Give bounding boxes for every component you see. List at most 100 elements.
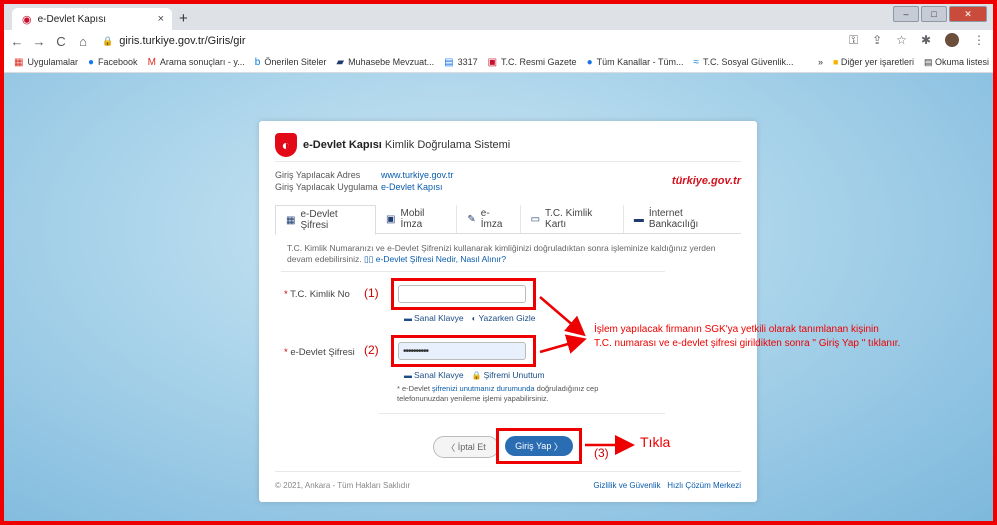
password-field-options: ▬ Sanal Klavye 🔒 Şifremi Unuttum — [404, 370, 545, 380]
doc-icon: ▤ — [444, 56, 454, 68]
edevlet-logo-icon: ◐ — [275, 133, 297, 157]
hide-while-typing-link[interactable]: ◐ Yazarken Gizle — [472, 313, 536, 323]
lock-icon: 🔒 — [471, 371, 482, 380]
bookmark-sgk[interactable]: ≈ T.C. Sosyal Güvenlik... — [693, 57, 793, 68]
bookmark-gazette[interactable]: ▣ T.C. Resmi Gazete — [488, 57, 577, 68]
card-title-rest: Kimlik Doğrulama Sistemi — [381, 139, 511, 151]
what-is-password-link[interactable]: e-Devlet Şifresi Nedir, Nasıl Alınır? — [376, 254, 506, 264]
reading-list-icon: ▤ — [923, 56, 933, 67]
window-controls: – □ ✕ — [893, 6, 987, 22]
other-bookmarks[interactable]: ■ Diğer yer işaretleri — [833, 57, 914, 67]
browser-tab[interactable]: ◉ e-Devlet Kapısı × — [12, 8, 172, 30]
divider — [281, 271, 665, 272]
bookmark-label: Arama sonuçları - y... — [159, 57, 245, 67]
forward-button[interactable]: → — [30, 34, 48, 49]
tab-label: Mobil İmza — [400, 208, 425, 230]
sgk-icon: ≈ — [693, 56, 699, 68]
gmail-icon: M — [147, 56, 156, 68]
info-value[interactable]: www.turkiye.gov.tr — [381, 169, 453, 181]
virtual-keyboard-link-2[interactable]: ▬ Sanal Klavye — [404, 370, 464, 380]
tc-label-text: T.C. Kimlik No — [290, 289, 350, 300]
virtual-keyboard-label: Sanal Klavye — [414, 313, 464, 323]
profile-avatar[interactable] — [945, 33, 959, 47]
bookmark-label: Facebook — [98, 57, 138, 67]
login-method-tabs: ▦ e-Devlet Şifresi ▣ Mobil İmza ✎ e-İmza ▭ T… — [275, 205, 741, 235]
back-button[interactable]: ← — [8, 34, 26, 49]
step-1-marker: (1) — [364, 286, 379, 300]
window-close-button[interactable]: ✕ — [949, 6, 987, 22]
instruction-text: İşlem yapılacak firmanın SGK'ya yetkili … — [594, 323, 900, 351]
pen-icon: ✎ — [467, 213, 476, 225]
login-info: Giriş Yapılacak Adres www.turkiye.gov.tr … — [275, 169, 453, 193]
step-3-marker: (3) — [594, 446, 609, 460]
tab-mobil-imza[interactable]: ▣ Mobil İmza — [376, 205, 458, 233]
new-tab-button[interactable]: + — [179, 10, 188, 27]
folder-icon: ■ — [832, 57, 839, 67]
login-description: T.C. Kimlik Numaranızı ve e-Devlet Şifre… — [287, 243, 727, 265]
forgot-password-note-link[interactable]: şifrenizi unutmanız durumunda — [432, 384, 535, 393]
info-label: Giriş Yapılacak Adres — [275, 170, 361, 180]
card-header: ◐ e-Devlet Kapısı Kimlik Doğrulama Siste… — [275, 133, 510, 157]
cancel-label: İptal Et — [457, 442, 486, 452]
tab-label: T.C. Kimlik Kartı — [545, 208, 593, 230]
tab-internet-bankaciligi[interactable]: ▬ İnternet Bankacılığı — [624, 205, 741, 233]
bookmark-label: Muhasebe Mevzuat... — [348, 57, 435, 67]
tab-kimlik-karti[interactable]: ▭ T.C. Kimlik Kartı — [521, 205, 624, 233]
bookmark-facebook[interactable]: ● Facebook — [88, 57, 138, 68]
reload-button[interactable]: C — [52, 34, 70, 49]
menu-icon[interactable]: ⋮ — [973, 33, 985, 48]
bookmark-muhasebe[interactable]: ▰ Muhasebe Mevzuat... — [336, 57, 434, 68]
tab-label: e-İmza — [480, 208, 503, 230]
keyboard-icon: ▬ — [404, 314, 412, 323]
privacy-link[interactable]: Gizlilik ve Güvenlik — [593, 481, 660, 490]
bookmark-suggested[interactable]: b Önerilen Siteler — [255, 57, 327, 68]
book-icon: ▯▯ — [364, 254, 374, 264]
minimize-button[interactable]: – — [893, 6, 919, 22]
id-card-icon: ▭ — [530, 213, 541, 225]
share-icon[interactable]: ⇪ — [872, 33, 882, 48]
forgot-password-link[interactable]: 🔒 Şifremi Unuttum — [472, 370, 545, 380]
divider — [275, 161, 741, 162]
maximize-button[interactable]: □ — [921, 6, 947, 22]
bank-card-icon: ▬ — [633, 213, 644, 225]
star-icon[interactable]: ☆ — [896, 33, 907, 48]
info-value[interactable]: e-Devlet Kapısı — [381, 181, 443, 193]
cancel-button[interactable]: 〈 İptal Et — [433, 436, 499, 458]
tc-label: * T.C. Kimlik No — [284, 289, 350, 300]
eye-slash-icon: ◐ — [471, 314, 477, 323]
note-prefix: * e-Devlet — [397, 384, 433, 393]
address-bar[interactable]: 🔒 giris.turkiye.gov.tr/Giris/gir — [102, 35, 246, 47]
bookmark-3317[interactable]: ▤ 3317 — [444, 57, 477, 68]
tab-edevlet-sifresi[interactable]: ▦ e-Devlet Şifresi — [275, 205, 377, 235]
highlight-box-3 — [496, 428, 582, 464]
bookmark-search[interactable]: M Arama sonuçları - y... — [148, 57, 245, 68]
bookmark-label: Önerilen Siteler — [264, 57, 327, 67]
highlight-box-1 — [391, 278, 536, 310]
instruction-line-2: T.C. numarası ve e-devlet şifresi girild… — [594, 338, 901, 349]
virtual-keyboard-link[interactable]: ▬ Sanal Klavye — [404, 313, 464, 323]
bookmark-apps[interactable]: ▦ Uygulamalar — [14, 57, 78, 68]
url-text: giris.turkiye.gov.tr/Giris/gir — [119, 35, 246, 47]
home-button[interactable]: ⌂ — [74, 34, 92, 49]
tab-label: e-Devlet Şifresi — [300, 209, 338, 231]
bookmarks-more-button[interactable]: » — [818, 57, 823, 67]
tc-field-options: ▬ Sanal Klavye ◐ Yazarken Gizle — [404, 313, 535, 323]
gazette-icon: ▣ — [487, 56, 498, 68]
step-2-marker: (2) — [364, 343, 379, 357]
keypad-icon: ▦ — [286, 214, 296, 226]
reading-list-label: Okuma listesi — [934, 56, 989, 67]
mobile-icon: ▣ — [386, 213, 396, 225]
card-title: e-Devlet Kapısı Kimlik Doğrulama Sistemi — [303, 139, 510, 151]
bookmark-label: T.C. Resmi Gazete — [501, 57, 577, 67]
reading-list[interactable]: ▤ Okuma listesi — [924, 57, 989, 68]
edevlet-favicon-icon: ◉ — [22, 13, 32, 26]
tab-close-icon[interactable]: × — [158, 13, 164, 25]
bookmark-channels[interactable]: ● Tüm Kanallar - Tüm... — [587, 57, 684, 68]
tab-e-imza[interactable]: ✎ e-İmza — [457, 205, 521, 233]
extensions-icon[interactable]: ✱ — [921, 33, 931, 48]
bookmarks-right: » ■ Diğer yer işaretleri ▤ Okuma listesi — [818, 57, 989, 68]
card-title-bold: e-Devlet Kapısı — [303, 139, 382, 151]
help-center-link[interactable]: Hızlı Çözüm Merkezi — [667, 481, 741, 490]
key-icon[interactable]: ⚿ — [849, 33, 858, 48]
instruction-line-1: İşlem yapılacak firmanın SGK'ya yetkili … — [594, 324, 879, 335]
